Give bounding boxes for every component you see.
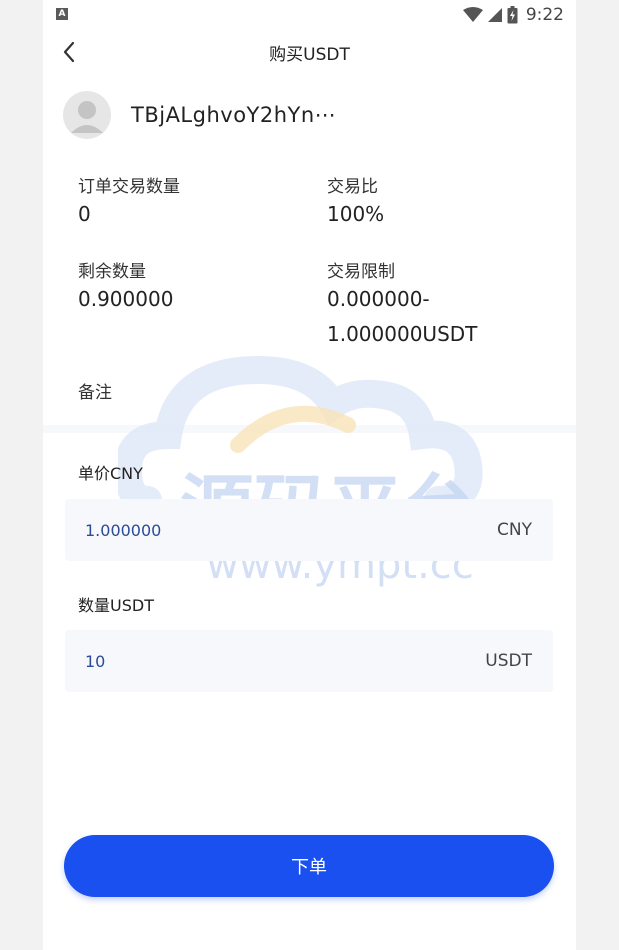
page-title: 购买USDT (269, 45, 350, 65)
signal-icon (487, 8, 502, 22)
wifi-icon (462, 7, 483, 22)
trade-limit-label: 交易限制 (327, 262, 395, 282)
status-time: 9:22 (525, 5, 564, 25)
quantity-field: USDT (65, 630, 553, 692)
price-input[interactable] (85, 499, 445, 561)
trade-limit-max: 1.000000USDT (327, 322, 478, 346)
trade-ratio-value: 100% (327, 202, 385, 226)
trade-ratio-block: 交易比 100% (327, 172, 384, 232)
nav-header: 购买USDT (43, 30, 576, 74)
remaining-value: 0.900000 (78, 287, 174, 311)
price-unit: CNY (497, 520, 532, 540)
battery-icon (507, 6, 518, 24)
order-count-label: 订单交易数量 (78, 177, 180, 197)
quantity-unit: USDT (485, 651, 532, 671)
status-bar: A 9:22 (43, 0, 576, 30)
trade-ratio-label: 交易比 (327, 177, 378, 197)
avatar (63, 91, 111, 139)
seller-row: TBjALghvoY2hYn⋯ (63, 90, 336, 140)
order-count-block: 订单交易数量 0 (78, 172, 180, 232)
trade-limit-block: 交易限制 0.000000- 1.000000USDT (327, 257, 477, 352)
status-icons: 9:22 (462, 4, 564, 26)
remark-label: 备注 (78, 383, 112, 403)
quantity-input[interactable] (85, 630, 445, 692)
user-icon (71, 101, 103, 133)
section-divider (43, 425, 576, 433)
order-count-value: 0 (78, 202, 91, 226)
price-field: CNY (65, 499, 553, 561)
remaining-label: 剩余数量 (78, 262, 146, 282)
seller-name: TBjALghvoY2hYn⋯ (131, 103, 337, 127)
trade-limit-min: 0.000000- (327, 287, 430, 311)
price-label: 单价CNY (78, 464, 143, 483)
remark-block: 备注 (78, 378, 112, 403)
quantity-label: 数量USDT (78, 596, 154, 615)
app-screen: A 9:22 购买USDT TBjALghvoY2hYn⋯ 订单交易数量 0 交… (43, 0, 576, 950)
place-order-button[interactable]: 下单 (64, 835, 554, 897)
notification-icon: A (56, 8, 68, 20)
remaining-block: 剩余数量 0.900000 (78, 257, 173, 317)
